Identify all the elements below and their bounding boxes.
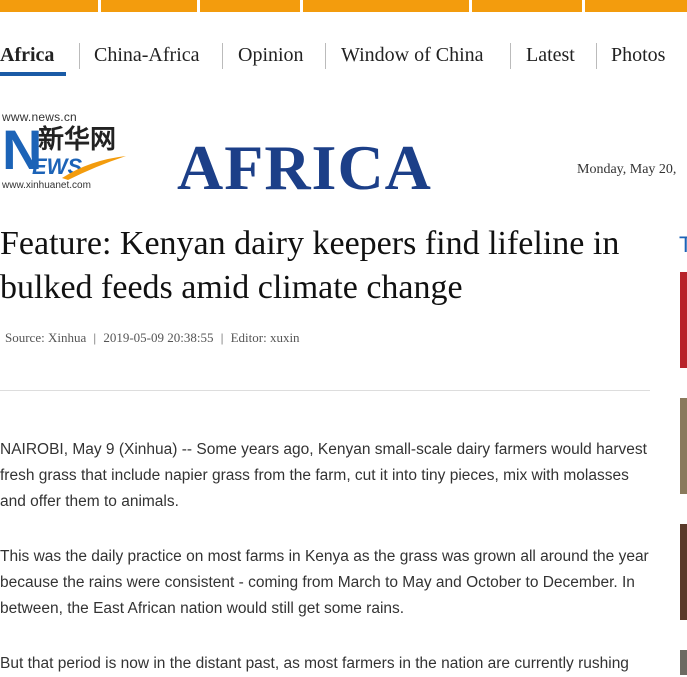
divider — [0, 390, 650, 391]
nav-separator — [596, 43, 597, 69]
nav-separator — [325, 43, 326, 69]
sidebar-thumbnail[interactable] — [680, 272, 687, 368]
nav-item-africa[interactable]: Africa — [0, 42, 54, 68]
nav-item-opinion[interactable]: Opinion — [238, 42, 304, 68]
nav-item-photos[interactable]: Photos — [611, 42, 665, 68]
logo-swoosh-icon — [62, 156, 126, 180]
nav-item-china-africa[interactable]: China-Africa — [94, 42, 200, 68]
nav-separator — [79, 43, 80, 69]
sidebar-thumbnail[interactable] — [680, 650, 687, 675]
meta-separator: | — [220, 330, 224, 345]
article-datetime: 2019-05-09 20:38:55 — [103, 330, 214, 345]
section-title: AFRICA — [177, 132, 432, 203]
logo-url-bottom: www.xinhuanet.com — [2, 180, 91, 191]
current-date: Monday, May 20, — [577, 162, 677, 177]
nav-item-window-of-china[interactable]: Window of China — [341, 42, 484, 68]
nav-active-underline — [0, 72, 66, 76]
nav-separator — [222, 43, 223, 69]
sidebar-thumbnail[interactable] — [680, 524, 687, 620]
top-bar-segment — [101, 0, 197, 12]
top-bar-segment — [585, 0, 687, 12]
article-source: Source: Xinhua — [5, 330, 87, 345]
sidebar-title-fragment: T — [679, 232, 687, 257]
article-editor: Editor: xuxin — [230, 330, 300, 345]
top-bar-segment — [0, 0, 98, 12]
article-paragraph: But that period is now in the distant pa… — [0, 655, 629, 672]
nav-item-latest[interactable]: Latest — [526, 42, 575, 68]
top-bar-segment — [303, 0, 469, 12]
meta-separator: | — [93, 330, 97, 345]
article-paragraph: This was the daily practice on most farm… — [0, 548, 649, 617]
nav-separator — [510, 43, 511, 69]
logo-cn-text: 新华网 — [38, 124, 117, 154]
top-color-bar — [0, 0, 687, 12]
article-meta: Source: Xinhua | 2019-05-09 20:38:55 | E… — [5, 330, 304, 346]
article-paragraph: NAIROBI, May 9 (Xinhua) -- Some years ag… — [0, 441, 647, 510]
sidebar-thumbnail[interactable] — [680, 398, 687, 494]
article-headline: Feature: Kenyan dairy keepers find lifel… — [0, 225, 620, 306]
top-bar-segment — [200, 0, 300, 12]
top-bar-segment — [472, 0, 582, 12]
xinhua-news-logo[interactable]: www.news.cn N 新华网 EWS www.xinhuanet.com — [0, 108, 130, 194]
